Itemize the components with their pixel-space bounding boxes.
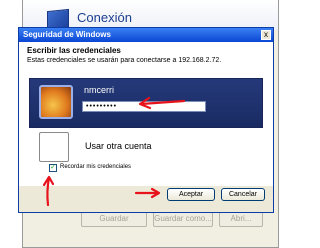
- checkbox-icon[interactable]: ✓: [49, 164, 57, 172]
- dialog-title-bar[interactable]: Seguridad de Windows x: [19, 28, 273, 42]
- credential-list: nmcerri ••••••••• Usar otra cuenta: [19, 76, 273, 186]
- password-input[interactable]: •••••••••: [82, 101, 206, 112]
- cancel-button[interactable]: Cancelar: [221, 188, 265, 201]
- remember-credentials-label: Recordar mis credenciales: [60, 164, 132, 170]
- dialog-heading: Escribir las credenciales: [27, 46, 121, 55]
- background-window-title: Conexión: [77, 10, 132, 25]
- background-title-bar: Conexión: [23, 0, 278, 32]
- user-avatar-icon: [39, 85, 73, 119]
- dialog-subtitle: Estas credenciales se usarán para conect…: [27, 57, 222, 64]
- credentials-dialog: Seguridad de Windows x Escribir las cred…: [18, 27, 274, 213]
- dialog-header: Escribir las credenciales Estas credenci…: [19, 42, 273, 76]
- screenshot: Conexión Guardar Guardar como... Abri...…: [0, 0, 288, 248]
- dialog-title: Seguridad de Windows: [23, 30, 111, 39]
- close-icon[interactable]: x: [261, 30, 271, 40]
- other-account-label: Usar otra cuenta: [85, 141, 152, 151]
- other-account-tile[interactable]: Usar otra cuenta: [29, 132, 263, 166]
- username-label: nmcerri: [84, 85, 115, 95]
- selected-credential-tile[interactable]: nmcerri •••••••••: [29, 78, 263, 128]
- accept-button[interactable]: Aceptar: [167, 188, 215, 201]
- user-placeholder-icon: [39, 132, 69, 162]
